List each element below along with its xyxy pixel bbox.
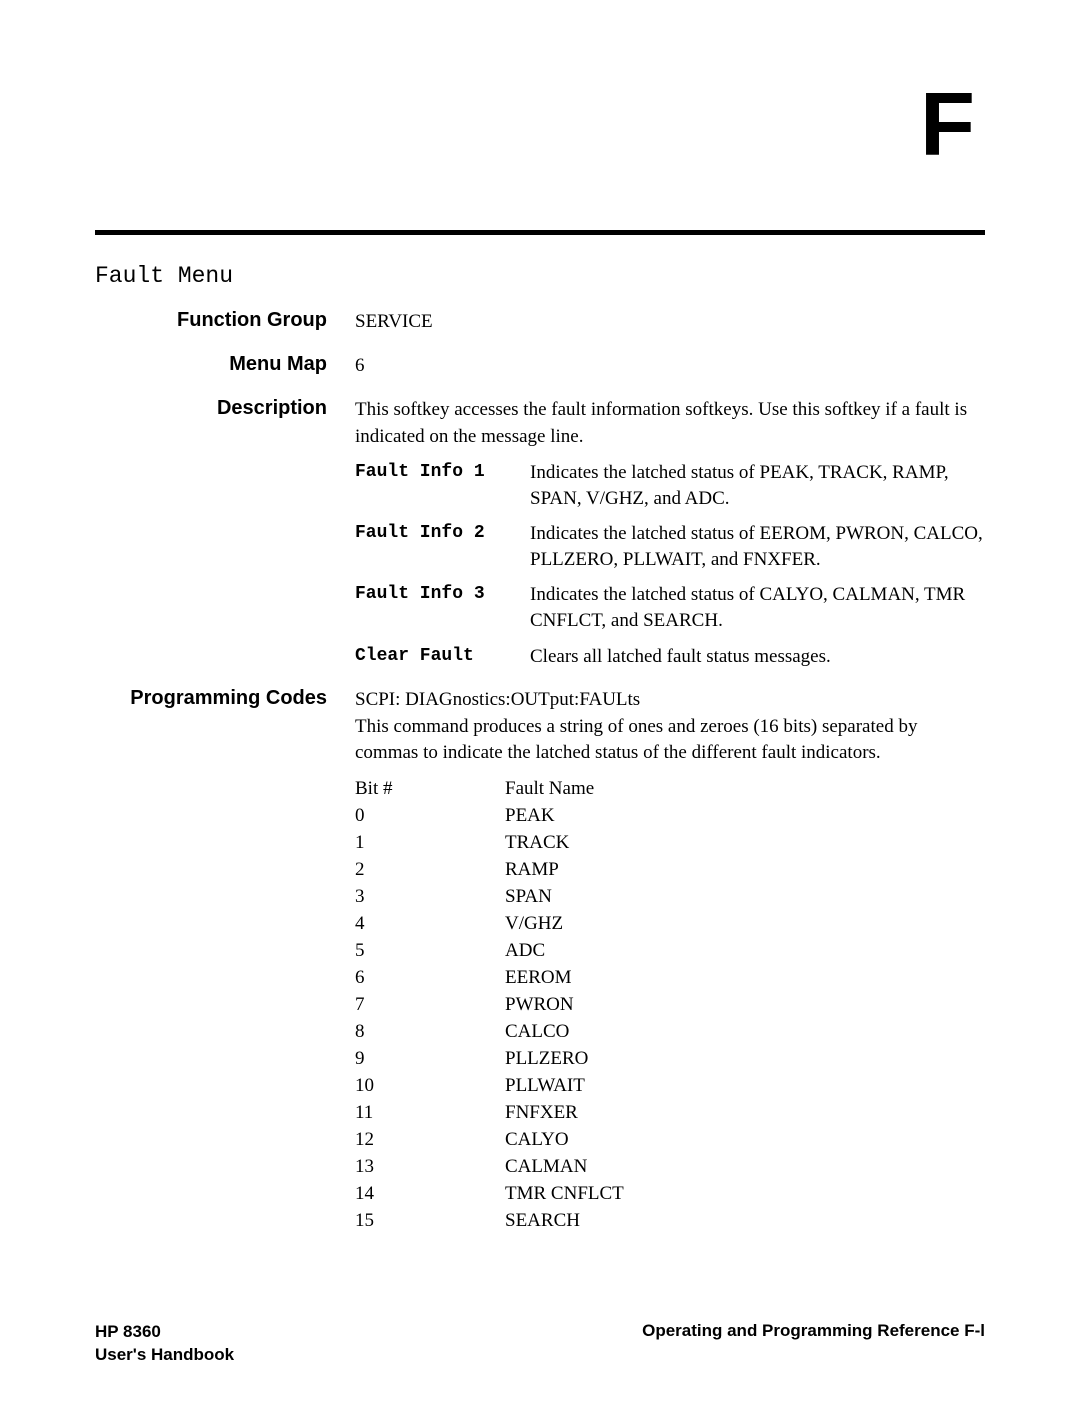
divider [95, 230, 985, 235]
description-def: Indicates the latched status of CALYO, C… [530, 582, 985, 633]
bit-num: 10 [355, 1073, 505, 1100]
bit-row: 4V/GHZ [355, 911, 985, 938]
bit-num: 5 [355, 938, 505, 965]
bit-header-row: Bit # Fault Name [355, 776, 985, 803]
row-description: Description This softkey accesses the fa… [95, 397, 985, 669]
description-item: Fault Info 3 Indicates the latched statu… [355, 582, 985, 633]
description-term: Fault Info 3 [355, 582, 530, 633]
description-item: Fault Info 1 Indicates the latched statu… [355, 460, 985, 511]
bit-header-bit: Bit # [355, 776, 505, 803]
bit-name: TRACK [505, 830, 569, 857]
page-title: Fault Menu [95, 263, 985, 289]
bit-num: 9 [355, 1046, 505, 1073]
bit-row: 14TMR CNFLCT [355, 1181, 985, 1208]
row-menu-map: Menu Map 6 [95, 353, 985, 379]
bit-row: 5ADC [355, 938, 985, 965]
bit-num: 1 [355, 830, 505, 857]
description-def: Indicates the latched status of PEAK, TR… [530, 460, 985, 511]
value-menu-map: 6 [355, 353, 985, 379]
bit-row: 9PLLZERO [355, 1046, 985, 1073]
bit-name: FNFXER [505, 1100, 578, 1127]
programming-body: This command produces a string of ones a… [355, 714, 985, 766]
bit-row: 6EEROM [355, 965, 985, 992]
bit-num: 8 [355, 1019, 505, 1046]
bit-row: 8CALCO [355, 1019, 985, 1046]
bit-row: 10PLLWAIT [355, 1073, 985, 1100]
bit-num: 12 [355, 1127, 505, 1154]
scpi-line: SCPI: DIAGnostics:OUTput:FAULts [355, 687, 985, 713]
description-term: Clear Fault [355, 644, 530, 670]
bit-num: 14 [355, 1181, 505, 1208]
bit-row: 0PEAK [355, 803, 985, 830]
footer-left-line1: HP 8360 [95, 1321, 234, 1344]
bit-num: 15 [355, 1208, 505, 1235]
description-item: Fault Info 2 Indicates the latched statu… [355, 521, 985, 572]
bit-num: 3 [355, 884, 505, 911]
bit-row: 12CALYO [355, 1127, 985, 1154]
footer-right: Operating and Programming Reference F-l [642, 1321, 985, 1341]
bit-num: 7 [355, 992, 505, 1019]
bit-name: SEARCH [505, 1208, 580, 1235]
bit-num: 2 [355, 857, 505, 884]
row-programming: Programming Codes SCPI: DIAGnostics:OUTp… [95, 687, 985, 1234]
bit-num: 11 [355, 1100, 505, 1127]
bit-name: CALYO [505, 1127, 569, 1154]
description-intro: This softkey accesses the fault informat… [355, 397, 985, 449]
bit-row: 3SPAN [355, 884, 985, 911]
bit-name: PLLWAIT [505, 1073, 585, 1100]
bit-num: 0 [355, 803, 505, 830]
bit-table: Bit # Fault Name 0PEAK 1TRACK 2RAMP 3SPA… [355, 776, 985, 1234]
value-function-group: SERVICE [355, 309, 985, 335]
bit-num: 4 [355, 911, 505, 938]
label-description: Description [217, 397, 327, 419]
bit-name: SPAN [505, 884, 552, 911]
label-function-group: Function Group [177, 309, 327, 331]
bit-name: V/GHZ [505, 911, 563, 938]
label-programming: Programming Codes [130, 687, 327, 709]
bit-header-name: Fault Name [505, 776, 594, 803]
bit-row: 2RAMP [355, 857, 985, 884]
bit-row: 7PWRON [355, 992, 985, 1019]
bit-name: TMR CNFLCT [505, 1181, 624, 1208]
label-menu-map: Menu Map [229, 353, 327, 375]
footer: HP 8360 User's Handbook Operating and Pr… [95, 1321, 985, 1367]
bit-name: RAMP [505, 857, 559, 884]
bit-num: 6 [355, 965, 505, 992]
bit-name: PEAK [505, 803, 555, 830]
bit-row: 13CALMAN [355, 1154, 985, 1181]
bit-row: 15SEARCH [355, 1208, 985, 1235]
bit-name: PLLZERO [505, 1046, 588, 1073]
description-def: Indicates the latched status of EEROM, P… [530, 521, 985, 572]
row-function-group: Function Group SERVICE [95, 309, 985, 335]
bit-num: 13 [355, 1154, 505, 1181]
bit-name: CALMAN [505, 1154, 587, 1181]
bit-name: PWRON [505, 992, 574, 1019]
bit-row: 11FNFXER [355, 1100, 985, 1127]
footer-left-line2: User's Handbook [95, 1344, 234, 1367]
bit-name: CALCO [505, 1019, 569, 1046]
description-term: Fault Info 2 [355, 521, 530, 572]
corner-letter: F [920, 80, 975, 170]
bit-name: ADC [505, 938, 545, 965]
bit-row: 1TRACK [355, 830, 985, 857]
bit-name: EEROM [505, 965, 572, 992]
description-term: Fault Info 1 [355, 460, 530, 511]
description-def: Clears all latched fault status messages… [530, 644, 985, 670]
description-item: Clear Fault Clears all latched fault sta… [355, 644, 985, 670]
